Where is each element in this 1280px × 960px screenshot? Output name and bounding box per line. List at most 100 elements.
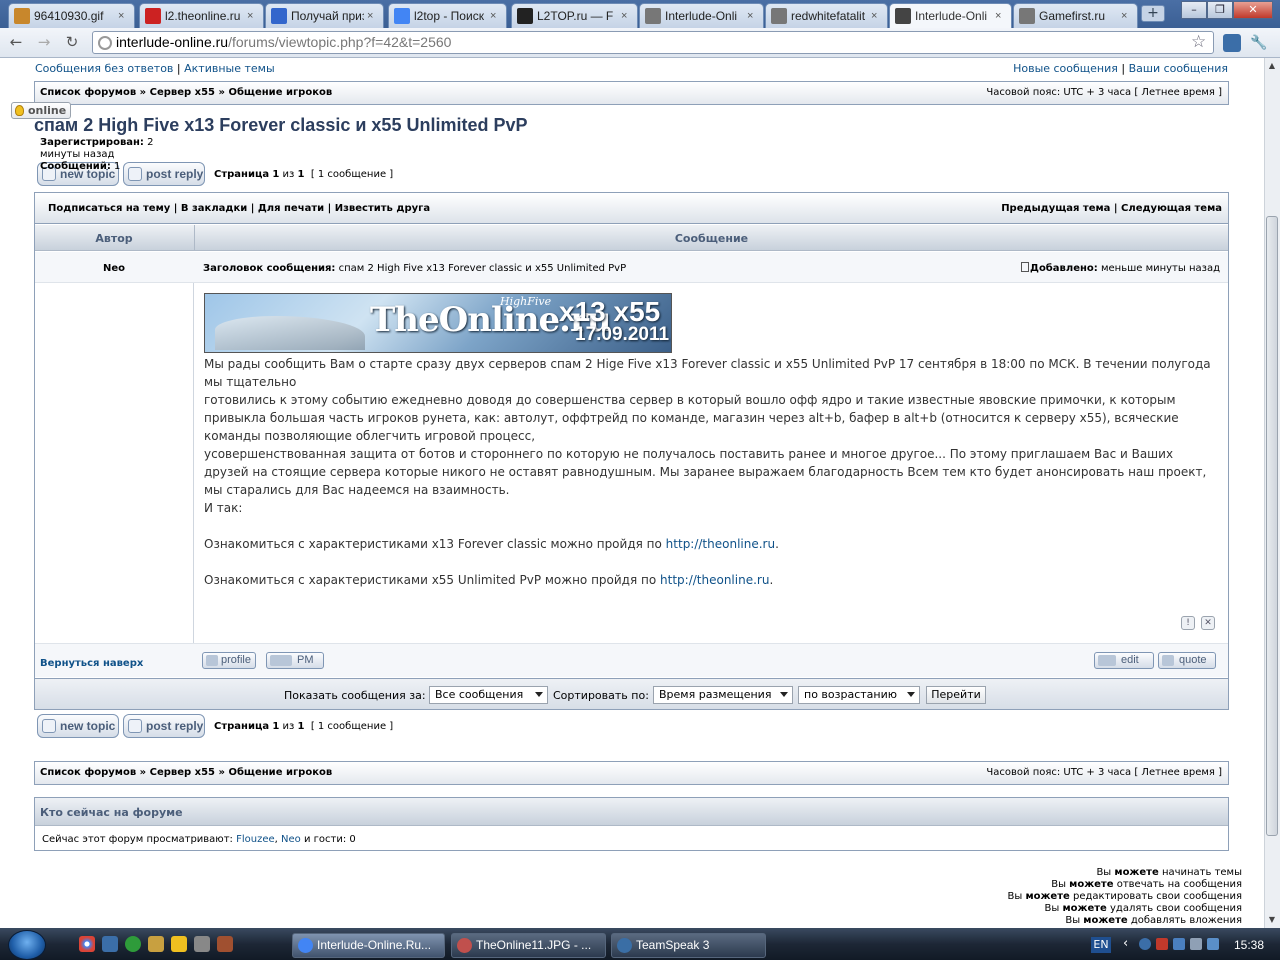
theonline-link-x13[interactable]: http://theonline.ru bbox=[666, 537, 775, 551]
browser-tab[interactable]: Interlude-Onli × bbox=[639, 3, 764, 28]
app-quicklaunch-icon[interactable] bbox=[171, 936, 187, 952]
chrome-quicklaunch-icon[interactable] bbox=[79, 936, 95, 952]
game-quicklaunch-icon[interactable] bbox=[194, 936, 210, 952]
browser-tab[interactable]: redwhitefatalit × bbox=[765, 3, 888, 28]
new-tab-button[interactable]: + bbox=[1141, 5, 1165, 22]
tray-network-icon[interactable] bbox=[1139, 938, 1151, 950]
sort-by-select[interactable]: Время размещения bbox=[653, 686, 793, 704]
scroll-down-arrow-icon[interactable]: ▼ bbox=[1266, 914, 1278, 926]
browser-tab[interactable]: 96410930.gif × bbox=[8, 3, 135, 28]
language-indicator[interactable]: EN bbox=[1091, 937, 1111, 953]
pm-button[interactable]: PM bbox=[266, 652, 324, 669]
edit-button[interactable]: edit bbox=[1094, 652, 1154, 669]
banner-date: 17.09.2011 bbox=[575, 324, 670, 345]
extension-icon[interactable] bbox=[1223, 34, 1241, 52]
forward-button[interactable]: → bbox=[34, 33, 54, 51]
online-user-link[interactable]: Neo bbox=[281, 834, 301, 845]
browser-tab[interactable]: Gamefirst.ru × bbox=[1013, 3, 1138, 28]
perm-pre: Вы bbox=[1096, 867, 1112, 878]
desktop-quicklaunch-icon[interactable] bbox=[102, 936, 118, 952]
browser-tab[interactable]: l2top - Поиск × bbox=[388, 3, 507, 28]
minimize-button[interactable]: – bbox=[1181, 1, 1207, 19]
wrench-icon[interactable]: 🔧 bbox=[1250, 34, 1268, 52]
tab-close-icon[interactable]: × bbox=[747, 10, 759, 22]
tab-favicon-icon bbox=[517, 8, 533, 24]
show-posts-select[interactable]: Все сообщения bbox=[429, 686, 548, 704]
tray-app-icon[interactable] bbox=[1156, 938, 1168, 950]
breadcrumb-players-chat[interactable]: Общение игроков bbox=[228, 767, 332, 778]
new-posts-link[interactable]: Новые сообщения bbox=[1013, 62, 1118, 75]
tab-close-icon[interactable]: × bbox=[871, 10, 883, 22]
tools-quicklaunch-icon[interactable] bbox=[148, 936, 164, 952]
task-label: TeamSpeak 3 bbox=[636, 938, 710, 952]
online-user-link[interactable]: Flouzee bbox=[236, 834, 275, 845]
browser-tab[interactable]: Interlude-Onli × bbox=[889, 3, 1012, 28]
sort-order-select[interactable]: по возрастанию bbox=[798, 686, 920, 704]
tab-close-icon[interactable]: × bbox=[621, 10, 633, 22]
taskbar-task[interactable]: Interlude-Online.Ru... bbox=[292, 933, 445, 958]
close-window-button[interactable]: ✕ bbox=[1233, 1, 1273, 19]
tab-label: l2top - Поиск bbox=[414, 9, 484, 23]
bookmark-star-icon[interactable]: ☆ bbox=[1191, 32, 1206, 52]
back-to-top-link[interactable]: Вернуться наверх bbox=[40, 658, 143, 669]
start-button[interactable] bbox=[8, 930, 46, 960]
breadcrumb-players-chat[interactable]: Общение игроков bbox=[228, 87, 332, 98]
perm-bold: можете bbox=[1083, 915, 1128, 926]
page-info-icon[interactable] bbox=[98, 36, 112, 50]
page-total: 1 bbox=[297, 721, 305, 732]
back-button[interactable]: ← bbox=[6, 33, 26, 51]
address-bar[interactable]: interlude-online.ru/forums/viewtopic.php… bbox=[92, 31, 1214, 54]
who-is-online-title: Кто сейчас на форуме bbox=[35, 798, 1228, 826]
scroll-up-arrow-icon[interactable]: ▲ bbox=[1266, 60, 1278, 72]
tray-expand-icon[interactable]: ‹ bbox=[1123, 937, 1135, 950]
tab-label: Gamefirst.ru bbox=[1039, 9, 1106, 23]
topic-title[interactable]: спам 2 High Five x13 Forever classic и x… bbox=[34, 115, 527, 136]
browser-tab[interactable]: L2TOP.ru — F × bbox=[511, 3, 638, 28]
quote-button[interactable]: quote bbox=[1158, 652, 1216, 669]
tab-close-icon[interactable]: × bbox=[367, 10, 379, 22]
who-is-online-text: Сейчас этот форум просматривают: Flouzee… bbox=[42, 834, 356, 845]
maximize-button[interactable]: ❐ bbox=[1207, 1, 1233, 19]
post-author-name[interactable]: Neo bbox=[35, 263, 193, 274]
post-table-header: Автор Сообщение bbox=[35, 225, 1228, 251]
taskbar-task[interactable]: TheOnline11.JPG - ... bbox=[451, 933, 606, 958]
sort-bar: Показать сообщения за: Все сообщения Сор… bbox=[35, 678, 1228, 709]
utorrent-quicklaunch-icon[interactable] bbox=[125, 936, 141, 952]
post-reply-button-bottom[interactable]: post reply bbox=[123, 714, 205, 738]
theonline-link-x55[interactable]: http://theonline.ru bbox=[660, 573, 769, 587]
breadcrumb-forum-index[interactable]: Список форумов bbox=[40, 767, 136, 778]
tray-settings-icon[interactable] bbox=[1207, 938, 1219, 950]
browser-tab[interactable]: l2.theonline.ru × bbox=[139, 3, 264, 28]
active-topics-link[interactable]: Активные темы bbox=[184, 62, 275, 75]
post-doc-icon[interactable] bbox=[1021, 262, 1030, 272]
scrollbar-thumb[interactable] bbox=[1266, 216, 1278, 836]
taskbar-clock[interactable]: 15:38 bbox=[1234, 938, 1264, 952]
separator: | bbox=[1121, 62, 1126, 75]
tray-volume-icon[interactable] bbox=[1190, 938, 1202, 950]
tab-close-icon[interactable]: × bbox=[1121, 10, 1133, 22]
topic-actions-left[interactable]: Подписаться на тему | В закладки | Для п… bbox=[48, 203, 430, 214]
breadcrumb-forum-index[interactable]: Список форумов bbox=[40, 87, 136, 98]
perm-bold: можете bbox=[1062, 903, 1107, 914]
tray-monitor-icon[interactable] bbox=[1173, 938, 1185, 950]
report-post-icon[interactable]: ! bbox=[1181, 616, 1195, 630]
breadcrumb-server-x55[interactable]: Сервер x55 bbox=[150, 87, 215, 98]
unanswered-posts-link[interactable]: Сообщения без ответов bbox=[35, 62, 173, 75]
your-posts-link[interactable]: Ваши сообщения bbox=[1129, 62, 1228, 75]
taskbar-task[interactable]: TeamSpeak 3 bbox=[611, 933, 766, 958]
warn-user-icon[interactable]: ✕ bbox=[1201, 616, 1215, 630]
go-button[interactable]: Перейти bbox=[926, 686, 986, 704]
topic-navigation[interactable]: Предыдущая тема | Следующая тема bbox=[1001, 203, 1222, 214]
breadcrumb-server-x55[interactable]: Сервер x55 bbox=[150, 767, 215, 778]
book-quicklaunch-icon[interactable] bbox=[217, 936, 233, 952]
tab-close-icon[interactable]: × bbox=[247, 10, 259, 22]
tab-close-icon[interactable]: × bbox=[490, 10, 502, 22]
profile-button[interactable]: profile bbox=[202, 652, 256, 669]
tab-close-icon[interactable]: × bbox=[995, 10, 1007, 22]
tab-close-icon[interactable]: × bbox=[118, 10, 130, 22]
reload-button[interactable]: ↻ bbox=[62, 33, 82, 51]
post-reply-label: post reply bbox=[146, 719, 204, 733]
new-topic-button-bottom[interactable]: new topic bbox=[37, 714, 119, 738]
post-paragraph: усовершенствованная защита от ботов и ст… bbox=[204, 447, 1207, 497]
browser-tab[interactable]: Получай приз × bbox=[265, 3, 384, 28]
